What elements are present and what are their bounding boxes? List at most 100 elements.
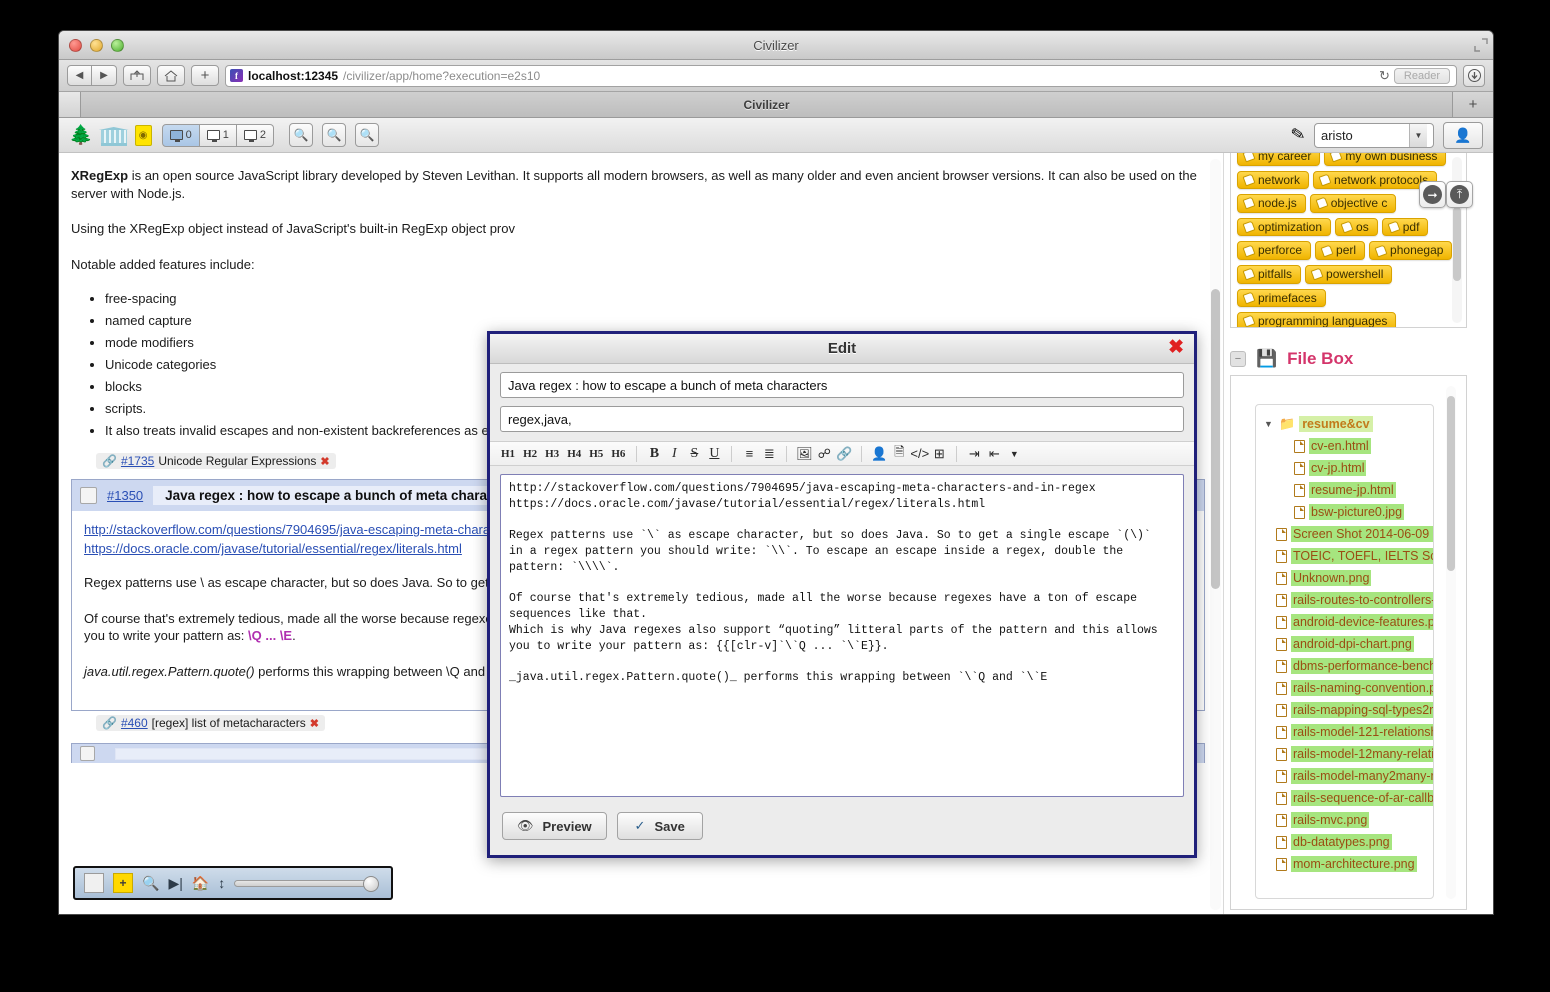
skip-next-icon[interactable]: ▶| (168, 875, 182, 892)
slider-knob[interactable] (363, 876, 379, 892)
related-card-id[interactable]: #1735 (121, 454, 154, 468)
card-link-oracle[interactable]: https://docs.oracle.com/javase/tutorial/… (84, 541, 462, 556)
tag-pitfalls[interactable]: pitfalls (1237, 265, 1301, 284)
remove-relation-button[interactable]: ✖ (320, 455, 329, 468)
nav-back-forward[interactable]: ◀ ▶ (67, 65, 117, 86)
select-all-checkbox[interactable] (84, 873, 104, 893)
home-icon[interactable]: 🏠 (192, 875, 209, 892)
list-item[interactable]: dbms-performance-benchmar (1256, 655, 1433, 677)
outdent-icon[interactable]: ⇤ (985, 446, 1003, 462)
code-icon[interactable]: </> (910, 446, 928, 461)
list-item[interactable]: cv-en.html (1256, 435, 1433, 457)
tag-perforce[interactable]: perforce (1237, 241, 1311, 260)
list-item[interactable]: rails-model-many2many-relati (1256, 765, 1433, 787)
list-item[interactable]: Screen Shot 2014-06-09 at 1. (1256, 523, 1433, 545)
tag-my-career[interactable]: my career (1237, 153, 1320, 166)
add-card-button[interactable]: + (113, 873, 133, 893)
tag-programming-languages[interactable]: programming languages (1237, 312, 1396, 328)
heading-4-button[interactable]: H4 (564, 448, 584, 460)
search-button-1[interactable]: 🔍 (289, 123, 313, 147)
card-title-input[interactable]: Java regex : how to escape a bunch of me… (500, 372, 1184, 398)
card-id[interactable]: #1350 (107, 488, 143, 503)
tag-primefaces[interactable]: primefaces (1237, 289, 1326, 308)
panel-button-0[interactable]: 0 (162, 124, 200, 147)
search-icon[interactable]: 🔍 (142, 875, 159, 892)
search-button-2[interactable]: 🔍 (322, 123, 346, 147)
maximize-window-button[interactable] (111, 39, 124, 52)
scrollbar-thumb[interactable] (1447, 396, 1455, 570)
downloads-button[interactable] (1463, 65, 1485, 87)
numbered-list-icon[interactable]: ≣ (760, 446, 778, 462)
save-button[interactable]: ✓ Save (617, 812, 703, 840)
minus-icon[interactable]: − (1230, 351, 1246, 367)
list-item[interactable]: cv-jp.html (1256, 457, 1433, 479)
list-item[interactable]: Unknown.png (1256, 567, 1433, 589)
related-card-id[interactable]: #460 (121, 716, 148, 730)
link-icon[interactable]: ☍ (815, 446, 833, 462)
tag-up-button[interactable]: ⤒ (1446, 181, 1473, 208)
up-down-arrows-icon[interactable]: ↕ (218, 875, 225, 891)
tag-phonegap[interactable]: phonegap (1369, 241, 1452, 260)
list-item[interactable]: android-device-features.png (1256, 611, 1433, 633)
list-item[interactable]: resume-jp.html (1256, 479, 1433, 501)
chain-link-icon[interactable]: 🔗 (835, 446, 853, 462)
tag-forward-button[interactable]: ➞ (1419, 181, 1446, 208)
indent-icon[interactable]: ⇥ (965, 446, 983, 462)
main-scrollbar[interactable] (1210, 159, 1221, 910)
scrollbar-thumb[interactable] (1211, 289, 1220, 589)
tag-nodejs[interactable]: node.js (1237, 194, 1306, 213)
panel-button-1[interactable]: 1 (200, 124, 237, 147)
tag-objective-c[interactable]: objective c (1310, 194, 1397, 213)
scrollbar-thumb[interactable] (1453, 207, 1461, 282)
search-button-3[interactable]: 🔍 (355, 123, 379, 147)
strikethrough-button[interactable]: S (685, 446, 703, 462)
related-card-link-460[interactable]: 🔗 #460 [regex] list of metacharacters ✖ (96, 715, 325, 731)
tag-optimization[interactable]: optimization (1237, 218, 1331, 237)
bullet-list-icon[interactable]: ≡ (740, 446, 758, 461)
zoom-slider[interactable] (234, 880, 378, 887)
heading-2-button[interactable]: H2 (520, 448, 540, 460)
chevron-down-icon[interactable]: ▼ (1409, 124, 1427, 147)
heading-3-button[interactable]: H3 (542, 448, 562, 460)
minimize-window-button[interactable] (90, 39, 103, 52)
list-item[interactable]: rails-model-121-relationship.p (1256, 721, 1433, 743)
card-checkbox[interactable] (80, 487, 97, 504)
user-account-button[interactable]: 👤 (1443, 122, 1483, 149)
reload-icon[interactable]: ↻ (1379, 68, 1390, 84)
list-item[interactable]: android-dpi-chart.png (1256, 633, 1433, 655)
tag-os[interactable]: os (1335, 218, 1378, 237)
close-window-button[interactable] (69, 39, 82, 52)
pencil-icon[interactable]: ✎ (1289, 124, 1307, 146)
file-box-scrollbar[interactable] (1446, 386, 1456, 899)
list-item[interactable]: rails-mvc.png (1256, 809, 1433, 831)
list-item[interactable]: rails-naming-convention.png (1256, 677, 1433, 699)
list-item[interactable]: rails-model-12many-relationsl (1256, 743, 1433, 765)
list-item[interactable]: mom-architecture.png (1256, 853, 1433, 875)
heading-6-button[interactable]: H6 (608, 448, 628, 460)
underline-button[interactable]: U (705, 446, 723, 462)
tree-folder-resume-cv[interactable]: ▼ 📁 resume&cv (1256, 413, 1433, 435)
chevron-down-icon[interactable]: ▼ (1005, 449, 1023, 459)
new-tab-button[interactable]: + (1453, 92, 1493, 117)
user-select[interactable]: aristo ▼ (1314, 123, 1434, 148)
list-item[interactable]: bsw-picture0.jpg (1256, 501, 1433, 523)
tag-perl[interactable]: perl (1315, 241, 1365, 260)
table-icon[interactable]: ⊞ (930, 446, 948, 462)
forward-button[interactable]: ▶ (92, 65, 117, 86)
resize-handle-icon[interactable] (1473, 37, 1489, 53)
remove-relation-button[interactable]: ✖ (310, 717, 319, 730)
card-link-stackoverflow[interactable]: http://stackoverflow.com/questions/79046… (84, 522, 523, 537)
share-button[interactable] (123, 65, 151, 86)
card-tags-input[interactable]: regex,java, (500, 406, 1184, 432)
editor-textarea[interactable]: http://stackoverflow.com/questions/79046… (500, 474, 1184, 797)
list-item[interactable]: rails-routes-to-controllers-and (1256, 589, 1433, 611)
card-checkbox[interactable] (80, 746, 95, 761)
preview-button[interactable]: 👁 Preview (502, 812, 607, 840)
bold-button[interactable]: B (645, 446, 663, 462)
url-bar[interactable]: f localhost:12345/civilizer/app/home?exe… (225, 65, 1457, 87)
back-button[interactable]: ◀ (67, 65, 92, 86)
heading-5-button[interactable]: H5 (586, 448, 606, 460)
tag-icon[interactable]: ◉ (135, 125, 152, 146)
image-icon[interactable]: 🖼 (795, 446, 813, 462)
list-item[interactable]: db-datatypes.png (1256, 831, 1433, 853)
